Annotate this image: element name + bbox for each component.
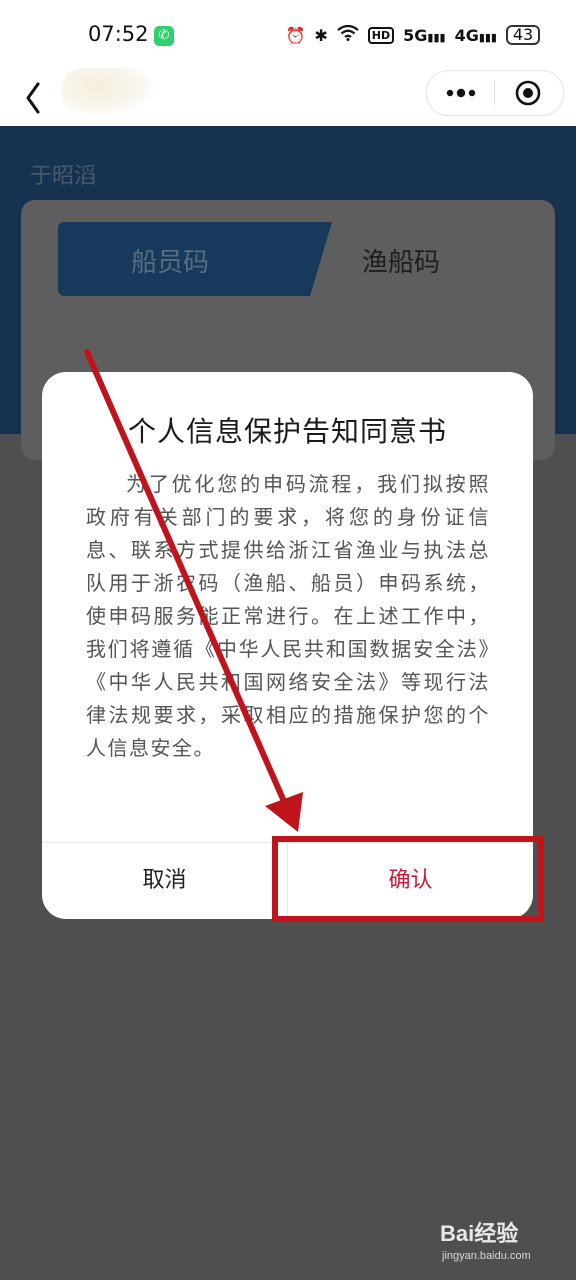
close-mini-program-button[interactable] [515, 80, 541, 106]
watermark-main: Bai经验 [440, 1221, 519, 1246]
target-circle-icon [515, 80, 541, 106]
status-bar: 07:52 ✆ ⏰ ✱ HD 5G▮▮▮ 4G▮▮▮ 43 [0, 0, 576, 66]
chevron-left-icon [26, 82, 40, 114]
battery-level: 43 [512, 25, 534, 44]
privacy-consent-dialog: 个人信息保护告知同意书 为了优化您的申码流程，我们拟按照政府有关部门的要求，将您… [42, 372, 533, 919]
tab-crew-label: 船员码 [131, 248, 210, 278]
baidu-jingyan-watermark: Bai经验 jingyan.baidu.com [440, 1216, 550, 1272]
cancel-button[interactable]: 取消 [42, 843, 287, 919]
more-dots-icon [446, 88, 476, 98]
5g-label: 5G [403, 25, 428, 45]
user-name: 于昭滔 [30, 164, 97, 189]
5g-signal-icon: 5G▮▮▮ [403, 25, 446, 45]
4g-signal-icon: 4G▮▮▮ [454, 25, 497, 45]
alarm-icon: ⏰ [285, 25, 306, 45]
more-button[interactable] [443, 81, 479, 105]
hd-icon: HD [367, 26, 395, 44]
tab-boat-code[interactable]: 渔船码 [362, 242, 440, 279]
status-icons: ⏰ ✱ HD 5G▮▮▮ 4G▮▮▮ 43 [285, 22, 540, 48]
wifi-icon [337, 24, 359, 45]
bluetooth-icon: ✱ [314, 25, 328, 45]
4g-label: 4G [454, 25, 479, 45]
battery-icon: 43 [506, 25, 540, 45]
nav-bar [0, 66, 576, 126]
back-button[interactable] [16, 74, 52, 114]
phone-call-icon: ✆ [154, 26, 174, 46]
mini-program-capsule [426, 70, 564, 116]
watermark-sub: jingyan.baidu.com [442, 1250, 531, 1262]
capsule-divider [494, 81, 495, 105]
dialog-body: 为了优化您的申码流程，我们拟按照政府有关部门的要求，将您的身份证信息、联系方式提… [86, 472, 490, 760]
confirm-button[interactable]: 确认 [288, 843, 533, 919]
app-logo [62, 68, 152, 114]
status-time: 07:52 [88, 22, 149, 46]
dialog-title: 个人信息保护告知同意书 [127, 415, 447, 448]
